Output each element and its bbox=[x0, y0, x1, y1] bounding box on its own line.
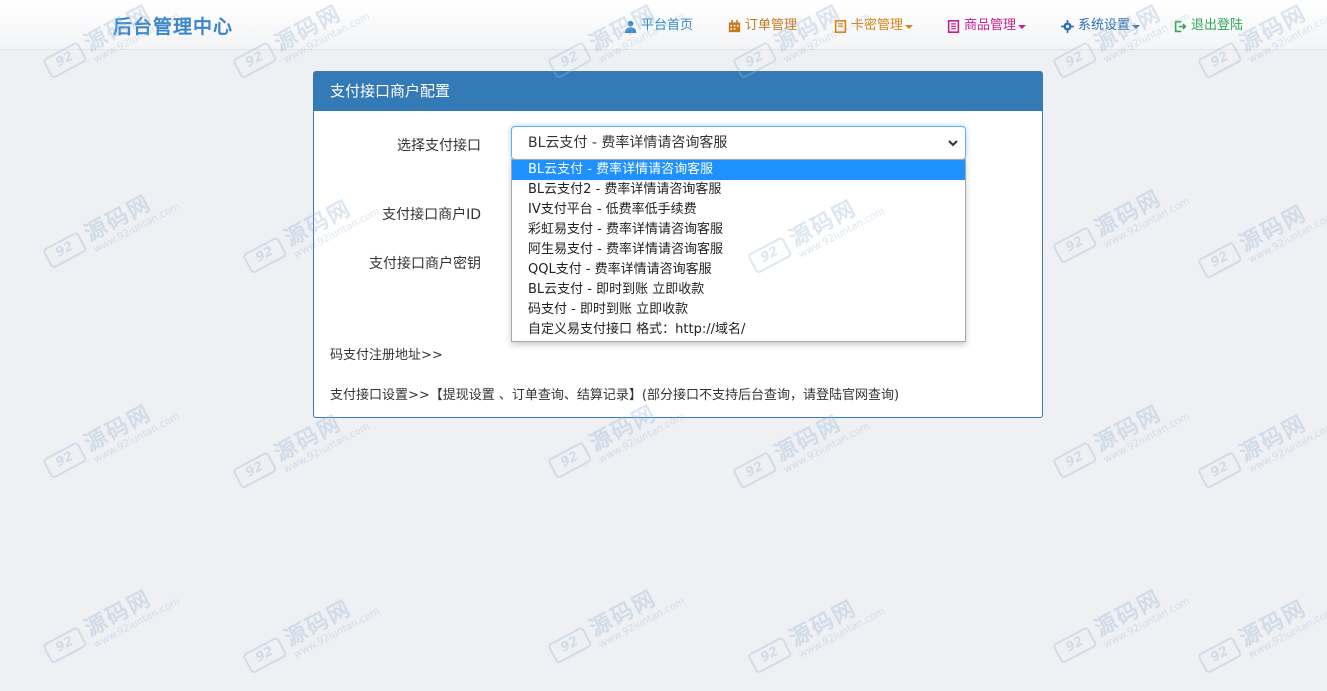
selected-value: BL云支付 - 费率详情请咨询客服 bbox=[528, 135, 728, 151]
option-item[interactable]: BL云支付 - 即时到账 立即收款 bbox=[512, 280, 965, 300]
option-item[interactable]: BL云支付2 - 费率详情请咨询客服 bbox=[512, 180, 965, 200]
nav-label: 系统设置 bbox=[1078, 18, 1131, 33]
option-item[interactable]: IV支付平台 - 低费率低手续费 bbox=[512, 200, 965, 220]
watermark: 92 源码网 www.92iuntan.com bbox=[1189, 393, 1327, 507]
option-item[interactable]: 自定义易支付接口 格式：http://域名/ bbox=[512, 320, 965, 340]
top-navbar: 后台管理中心 平台首页 订单管理 卡密管理 商品管理 系统设置 退出登陆 bbox=[0, 0, 1327, 50]
nav-logout[interactable]: 退出登陆 bbox=[1174, 16, 1243, 36]
nav-label: 订单管理 bbox=[745, 18, 798, 33]
watermark: 92 源码网 www.92iuntan.com bbox=[34, 383, 182, 497]
select-interface-label: 选择支付接口 bbox=[397, 138, 481, 154]
payment-interface-select[interactable]: BL云支付 - 费率详情请咨询客服 bbox=[511, 126, 966, 160]
list-icon bbox=[947, 19, 960, 33]
register-link[interactable]: 码支付注册地址>> bbox=[330, 344, 443, 363]
watermark: 92 源码网 www.92iuntan.com bbox=[34, 173, 182, 287]
option-item[interactable]: BL云支付 - 费率详情请咨询客服 bbox=[512, 160, 965, 180]
nav-label: 商品管理 bbox=[964, 18, 1017, 33]
merchant-key-label: 支付接口商户密钥 bbox=[369, 256, 481, 272]
watermark: 92 源码网 www.92iuntan.com bbox=[739, 578, 887, 691]
option-item[interactable]: 阿生易支付 - 费率详情请咨询客服 bbox=[512, 240, 965, 260]
watermark: 92 源码网 www.92iuntan.com bbox=[1044, 568, 1192, 682]
user-icon bbox=[624, 20, 637, 33]
watermark: 92 源码网 www.92iuntan.com bbox=[234, 578, 382, 691]
chevron-down-icon bbox=[905, 25, 914, 29]
nav-card-management[interactable]: 卡密管理 bbox=[834, 16, 914, 36]
option-item[interactable]: QQL支付 - 费率详情请咨询客服 bbox=[512, 260, 965, 280]
nav-product-management[interactable]: 商品管理 bbox=[947, 16, 1027, 36]
panel-title: 支付接口商户配置 bbox=[314, 72, 1042, 111]
option-item[interactable]: 彩虹易支付 - 费率详情请咨询客服 bbox=[512, 220, 965, 240]
chevron-down-icon bbox=[948, 140, 958, 147]
nav-label: 退出登陆 bbox=[1191, 18, 1244, 33]
gear-icon bbox=[1061, 19, 1074, 33]
main-nav: 平台首页 订单管理 卡密管理 商品管理 系统设置 退出登陆 bbox=[0, 16, 1327, 36]
logout-icon bbox=[1174, 20, 1187, 32]
watermark: 92 源码网 www.92iuntan.com bbox=[539, 568, 687, 682]
chevron-down-icon bbox=[1132, 25, 1141, 29]
watermark: 92 源码网 www.92iuntan.com bbox=[1189, 183, 1327, 297]
option-item[interactable]: 码支付 - 即时到账 立即收款 bbox=[512, 300, 965, 320]
nav-system-settings[interactable]: 系统设置 bbox=[1061, 16, 1141, 36]
nav-label: 平台首页 bbox=[641, 18, 694, 33]
nav-order-management[interactable]: 订单管理 bbox=[728, 16, 797, 36]
book-icon bbox=[834, 19, 847, 33]
watermark: 92 源码网 www.92iuntan.com bbox=[1044, 168, 1192, 282]
nav-label: 卡密管理 bbox=[851, 18, 904, 33]
watermark: 92 源码网 www.92iuntan.com bbox=[34, 568, 182, 682]
watermark: 92 源码网 www.92iuntan.com bbox=[1044, 383, 1192, 497]
chevron-down-icon bbox=[1018, 25, 1027, 29]
calendar-icon bbox=[728, 19, 741, 32]
nav-platform-home[interactable]: 平台首页 bbox=[624, 16, 693, 36]
watermark: 92 源码网 www.92iuntan.com bbox=[1189, 578, 1327, 691]
payment-interface-options: BL云支付 - 费率详情请咨询客服 BL云支付2 - 费率详情请咨询客服 IV支… bbox=[511, 159, 966, 342]
merchant-id-label: 支付接口商户ID bbox=[382, 207, 481, 223]
interface-settings-text[interactable]: 支付接口设置>>【提现设置 、订单查询、结算记录】(部分接口不支持后台查询，请登… bbox=[330, 384, 899, 403]
